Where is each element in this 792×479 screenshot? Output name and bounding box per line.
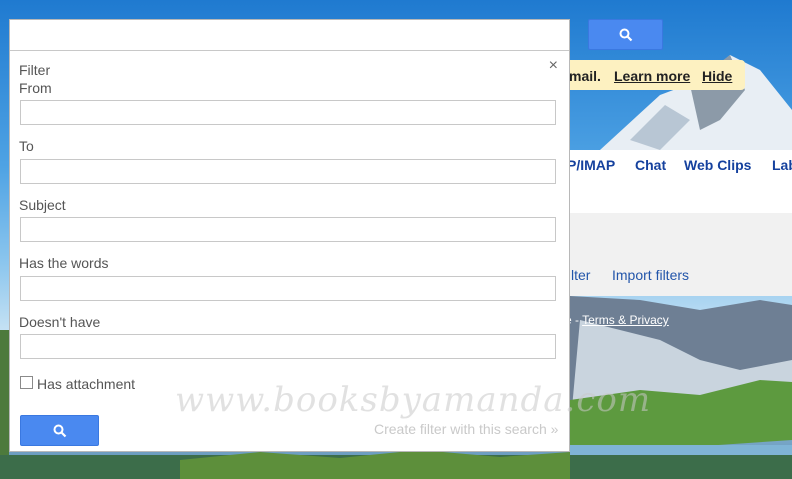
terms-privacy-link[interactable]: Terms & Privacy <box>582 313 669 327</box>
subject-label: Subject <box>19 197 66 213</box>
search-input[interactable] <box>10 20 569 51</box>
tab-labs[interactable]: Lab <box>772 157 792 173</box>
from-label: From <box>19 80 52 96</box>
to-label: To <box>19 138 34 154</box>
subject-field[interactable] <box>20 217 556 242</box>
tab-pop-imap[interactable]: P/IMAP <box>567 157 615 173</box>
search-icon <box>619 28 632 41</box>
doesnt-have-label: Doesn't have <box>19 314 101 330</box>
has-attachment-checkbox[interactable] <box>20 376 33 389</box>
from-field[interactable] <box>20 100 556 125</box>
has-words-label: Has the words <box>19 255 109 271</box>
notification-bar: mail. Learn more Hide <box>560 60 745 90</box>
dialog-title: Filter <box>19 62 51 78</box>
main-search-button[interactable] <box>588 19 663 50</box>
settings-tabs: P/IMAP Chat Web Clips Lab <box>560 150 792 180</box>
filters-area <box>560 213 792 296</box>
doesnt-have-field[interactable] <box>20 334 556 359</box>
tab-chat[interactable]: Chat <box>635 157 666 173</box>
close-icon[interactable]: × <box>549 58 558 74</box>
has-attachment-label: Has attachment <box>37 376 136 392</box>
tab-web-clips[interactable]: Web Clips <box>684 157 751 173</box>
hide-link[interactable]: Hide <box>702 68 732 84</box>
learn-more-link[interactable]: Learn more <box>614 68 690 84</box>
notice-text: mail. <box>569 68 601 84</box>
create-filter-link[interactable]: Create filter with this search » <box>374 421 558 437</box>
import-filters-link[interactable]: Import filters <box>612 267 689 283</box>
watermark: www.booksbyamanda.com <box>175 380 652 420</box>
has-words-field[interactable] <box>20 276 556 301</box>
filter-dialog: × Filter From To Subject Has the words D… <box>9 19 650 452</box>
search-icon <box>53 424 66 437</box>
search-button[interactable] <box>20 415 99 446</box>
create-filter-link[interactable]: lter <box>571 267 590 283</box>
to-field[interactable] <box>20 159 556 184</box>
footer: e - Terms & Privacy <box>565 313 669 327</box>
